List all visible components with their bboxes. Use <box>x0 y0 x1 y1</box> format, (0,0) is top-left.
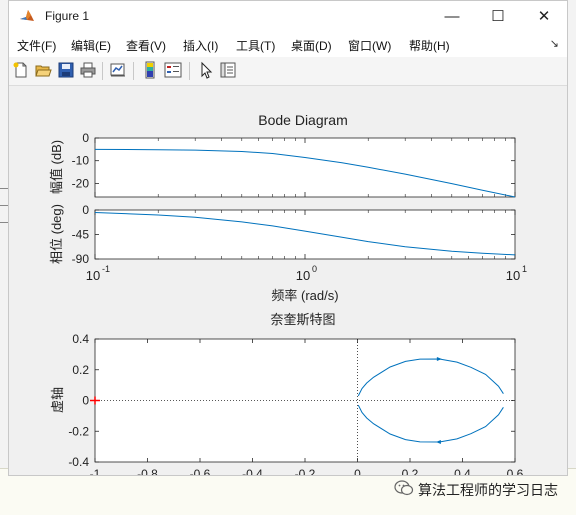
figure-canvas: Bode Diagram 0 -10 -20 0 -45 -90 10 -1 10 0 10 1 … <box>9 86 567 499</box>
menu-help[interactable]: 帮助(H) <box>409 37 450 54</box>
menu-window[interactable]: 窗口(W) <box>348 37 391 54</box>
save-icon[interactable] <box>57 61 75 79</box>
matlab-icon <box>20 10 34 21</box>
magnitude-tick-label: -10 <box>72 154 90 168</box>
maximize-button[interactable]: ☐ <box>475 1 521 32</box>
wechat-icon <box>394 480 414 496</box>
menu-overflow-icon[interactable]: ↘ <box>550 37 559 50</box>
toolbar-separator <box>102 62 103 80</box>
nyquist-x-tick-label: 0.6 <box>507 467 524 475</box>
magnitude-ylabel: 幅值 (dB) <box>49 140 64 194</box>
nyquist-y-tick-label: 0.4 <box>72 332 89 346</box>
phase-tick-label: -45 <box>72 228 90 242</box>
nyquist-x-tick-label: 0.4 <box>454 467 471 475</box>
toolbar-separator <box>189 62 190 80</box>
insert-legend-icon[interactable] <box>164 61 182 79</box>
bode-x-tick-label: 10 <box>86 268 100 283</box>
toolbar <box>9 57 567 86</box>
menu-bar: 文件(F) 编辑(E) 查看(V) 插入(I) 工具(T) 桌面(D) 窗口(W… <box>9 32 567 57</box>
bode-x-tick-exponent: 0 <box>312 264 317 274</box>
phase-tick-label: 0 <box>82 203 89 217</box>
toolbar-separator <box>133 62 134 80</box>
nyquist-ylabel: 虚轴 <box>50 387 65 413</box>
nyquist-y-tick-label: -0.2 <box>68 424 89 438</box>
close-button[interactable]: ✕ <box>521 1 567 32</box>
nyquist-title: 奈奎斯特图 <box>270 312 335 327</box>
phase-tick-label: -90 <box>72 252 90 266</box>
bode-x-tick-label: 10 <box>296 268 310 283</box>
nyquist-x-tick-label: -0.6 <box>190 467 211 475</box>
menu-tools[interactable]: 工具(T) <box>236 37 275 54</box>
menu-view[interactable]: 查看(V) <box>126 37 166 54</box>
property-inspector-icon[interactable] <box>219 61 237 79</box>
nyquist-x-tick-label: -1 <box>90 467 101 475</box>
nyquist-y-tick-label: -0.4 <box>68 455 89 469</box>
phase-ylabel: 相位 (deg) <box>49 204 64 264</box>
edit-plot-arrow-icon[interactable] <box>197 61 215 79</box>
nyquist-x-tick-label: -0.4 <box>242 467 263 475</box>
watermark: 算法工程师的学习日志 <box>394 479 558 499</box>
nyquist-x-tick-label: 0.2 <box>402 467 419 475</box>
new-figure-icon[interactable] <box>12 61 30 79</box>
figure-window: Figure 1 — ☐ ✕ 文件(F) 编辑(E) 查看(V) 插入(I) 工… <box>8 0 568 499</box>
nyquist-y-tick-label: 0 <box>82 394 89 408</box>
nyquist-x-tick-label: -0.8 <box>137 467 158 475</box>
title-bar[interactable]: Figure 1 — ☐ ✕ <box>9 1 567 32</box>
nyquist-x-tick-label: 0 <box>354 467 361 475</box>
magnitude-tick-label: 0 <box>82 131 89 145</box>
menu-edit[interactable]: 编辑(E) <box>71 37 111 54</box>
menu-desktop[interactable]: 桌面(D) <box>291 37 332 54</box>
menu-file[interactable]: 文件(F) <box>17 37 56 54</box>
insert-colorbar-icon[interactable] <box>141 61 159 79</box>
link-plot-icon[interactable] <box>109 61 127 79</box>
bode-magnitude-axes[interactable] <box>94 137 516 198</box>
open-file-icon[interactable] <box>34 61 52 79</box>
window-title: Figure 1 <box>45 9 90 23</box>
watermark-text: 算法工程师的学习日志 <box>418 482 558 498</box>
magnitude-tick-label: -20 <box>72 176 90 190</box>
plot-area: Bode Diagram 0-10-20 0-45-90 10 -1 10 0 10 1 … <box>49 112 527 499</box>
bode-x-tick-exponent: -1 <box>102 264 110 274</box>
bode-x-tick-exponent: 1 <box>522 264 527 274</box>
nyquist-y-tick-label: 0.2 <box>72 363 89 377</box>
minimize-button[interactable]: — <box>429 1 475 32</box>
nyquist-x-tick-label: -0.2 <box>295 467 316 475</box>
bode-xlabel: 频率 (rad/s) <box>271 288 338 303</box>
bode-x-tick-label: 10 <box>506 268 520 283</box>
print-icon[interactable] <box>79 61 97 79</box>
menu-insert[interactable]: 插入(I) <box>183 37 218 54</box>
bode-title: Bode Diagram <box>258 112 348 128</box>
